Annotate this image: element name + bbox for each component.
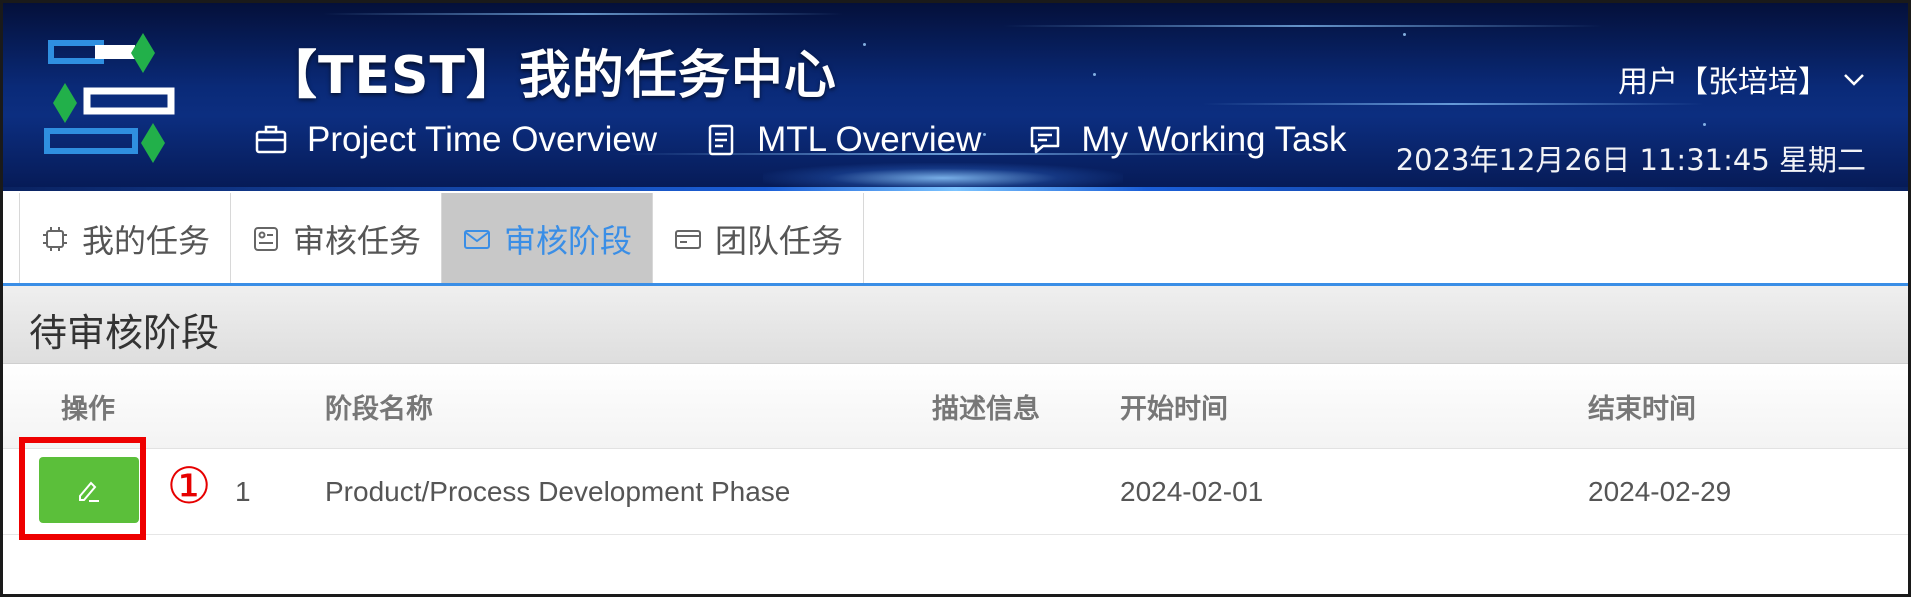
end-time: 2024-02-29 [1588, 475, 1732, 507]
header-decoration [1203, 103, 1703, 105]
tab-label: 我的任务 [82, 221, 211, 260]
header-decoration [1003, 25, 1603, 27]
tab-label: 审核任务 [293, 221, 422, 260]
pencil-icon [79, 481, 99, 502]
nav-mtl-overview[interactable]: MTL Overview [703, 120, 981, 160]
phase-table: 操作 阶段名称 描述信息 开始时间 结束时间 1 Product/Process… [3, 364, 1908, 535]
header-banner: 【TEST】我的任务中心 Project Time Overview MTL O… [3, 3, 1908, 191]
nav-project-time-overview[interactable]: Project Time Overview [253, 120, 657, 160]
tab-bar: 我的任务 审核任务 审核阶段 团队任务 [19, 193, 865, 284]
tab-team-tasks[interactable]: 团队任务 [653, 193, 865, 284]
checklist-icon [254, 226, 279, 251]
current-datetime: 2023年12月26日 11:31:45 星期二 [1395, 143, 1866, 177]
mail-icon [464, 229, 491, 249]
header-divider [3, 187, 1908, 191]
app-logo [44, 33, 175, 163]
header-decoration [863, 43, 866, 46]
start-time: 2024-02-01 [1120, 475, 1264, 507]
document-icon [708, 124, 734, 156]
annotation-callout-number: ① [166, 457, 212, 515]
column-header-phase-name: 阶段名称 [325, 393, 433, 425]
app-window: 【TEST】我的任务中心 Project Time Overview MTL O… [0, 0, 1911, 597]
user-menu[interactable]: 用户【张培培】 [1618, 57, 1868, 101]
user-name: 用户【张培培】 [1618, 65, 1828, 100]
column-header-end-time: 结束时间 [1588, 393, 1696, 425]
column-header-description: 描述信息 [932, 393, 1040, 425]
header-decoration [1703, 123, 1706, 126]
header-decoration [1403, 33, 1406, 36]
row-index: 1 [235, 475, 251, 507]
table-header: 操作 阶段名称 描述信息 开始时间 结束时间 [3, 364, 1908, 449]
nav-my-working-task[interactable]: My Working Task [1027, 120, 1347, 160]
chip-icon [43, 226, 67, 251]
nav-label: My Working Task [1081, 120, 1347, 159]
briefcase-icon [255, 125, 287, 154]
tab-label: 团队任务 [715, 221, 844, 260]
table-row: 1 Product/Process Development Phase 2024… [3, 449, 1908, 535]
header-decoration [323, 13, 843, 15]
tab-review-phases[interactable]: 审核阶段 [442, 193, 654, 284]
edit-button[interactable] [39, 457, 139, 523]
tab-label: 审核阶段 [504, 221, 633, 260]
chat-icon [1031, 126, 1060, 154]
column-header-start-time: 开始时间 [1120, 393, 1228, 425]
panel-title: 待审核阶段 [29, 311, 220, 355]
panel-header: 待审核阶段 [3, 286, 1908, 364]
tab-review-tasks[interactable]: 审核任务 [231, 193, 443, 284]
nav-label: MTL Overview [757, 120, 982, 159]
nav-label: Project Time Overview [307, 120, 658, 159]
phase-name: Product/Process Development Phase [325, 475, 791, 507]
header-decoration [1093, 73, 1096, 76]
top-nav: Project Time Overview MTL Overview My Wo… [253, 118, 1393, 162]
column-header-action: 操作 [61, 393, 115, 425]
chevron-down-icon [1844, 74, 1864, 86]
page-title: 【TEST】我的任务中心 [265, 46, 837, 106]
tab-my-tasks[interactable]: 我的任务 [19, 193, 232, 284]
card-icon [675, 229, 702, 249]
